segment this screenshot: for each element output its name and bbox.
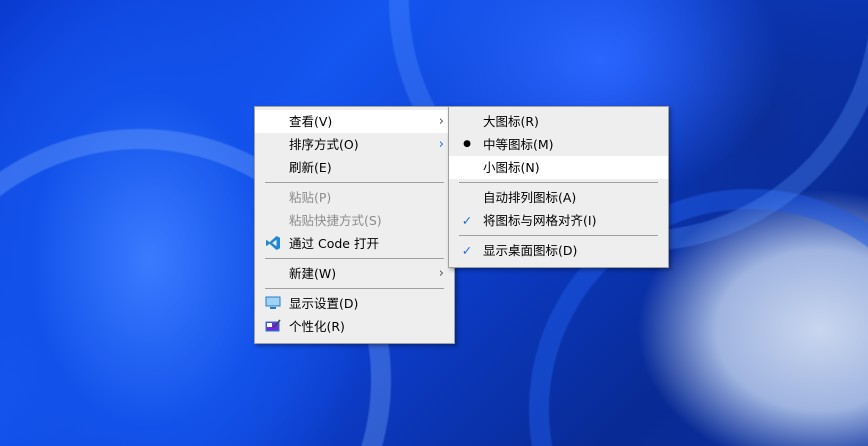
menu-item-large-icons[interactable]: 大图标(R): [449, 110, 668, 133]
menu-item-refresh[interactable]: 刷新(E): [255, 156, 454, 179]
menu-item-label: 大图标(R): [483, 114, 539, 129]
menu-item-label: 粘贴(P): [289, 190, 332, 205]
check-icon: ✓: [461, 243, 473, 258]
menu-separator: [459, 235, 658, 236]
display-icon: [263, 292, 283, 315]
menu-item-label: 显示桌面图标(D): [483, 243, 578, 258]
menu-item-label: 显示设置(D): [289, 296, 359, 311]
menu-item-label: 小图标(N): [483, 160, 540, 175]
check-icon: ✓: [461, 213, 473, 228]
menu-item-label: 自动排列图标(A): [483, 190, 577, 205]
menu-separator: [265, 258, 444, 259]
menu-item-label: 粘贴快捷方式(S): [289, 213, 382, 228]
chevron-right-icon: ›: [438, 137, 444, 152]
menu-item-sort[interactable]: 排序方式(O) ›: [255, 133, 454, 156]
menu-separator: [459, 182, 658, 183]
menu-item-label: 排序方式(O): [289, 137, 359, 152]
personalize-icon: [263, 315, 283, 338]
menu-item-label: 中等图标(M): [483, 137, 554, 152]
menu-item-medium-icons[interactable]: ● 中等图标(M): [449, 133, 668, 156]
menu-item-align-to-grid[interactable]: ✓ 将图标与网格对齐(I): [449, 209, 668, 232]
menu-item-label: 新建(W): [289, 266, 337, 281]
menu-separator: [265, 288, 444, 289]
menu-item-label: 刷新(E): [289, 160, 332, 175]
bullet-icon: ●: [463, 139, 471, 149]
menu-separator: [265, 182, 444, 183]
menu-item-label: 将图标与网格对齐(I): [483, 213, 597, 228]
menu-item-label: 个性化(R): [289, 319, 345, 334]
menu-item-paste-shortcut: 粘贴快捷方式(S): [255, 209, 454, 232]
menu-item-personalize[interactable]: 个性化(R): [255, 315, 454, 338]
chevron-right-icon: ›: [438, 114, 444, 129]
menu-item-new[interactable]: 新建(W) ›: [255, 262, 454, 285]
menu-item-view[interactable]: 查看(V) ›: [255, 110, 454, 133]
menu-item-display-settings[interactable]: 显示设置(D): [255, 292, 454, 315]
menu-item-show-desktop-icons[interactable]: ✓ 显示桌面图标(D): [449, 239, 668, 262]
menu-item-auto-arrange[interactable]: 自动排列图标(A): [449, 186, 668, 209]
menu-item-label: 通过 Code 打开: [289, 236, 379, 251]
menu-item-paste: 粘贴(P): [255, 186, 454, 209]
chevron-right-icon: ›: [438, 266, 444, 281]
desktop-context-menu: 查看(V) › 排序方式(O) › 刷新(E) 粘贴(P) 粘贴快捷方式(S) 通过…: [254, 106, 455, 344]
vscode-icon: [263, 232, 283, 255]
view-submenu: 大图标(R) ● 中等图标(M) 小图标(N) 自动排列图标(A) ✓ 将图标与网格…: [448, 106, 669, 268]
menu-item-small-icons[interactable]: 小图标(N): [449, 156, 668, 179]
menu-item-label: 查看(V): [289, 114, 333, 129]
menu-item-open-with-code[interactable]: 通过 Code 打开: [255, 232, 454, 255]
